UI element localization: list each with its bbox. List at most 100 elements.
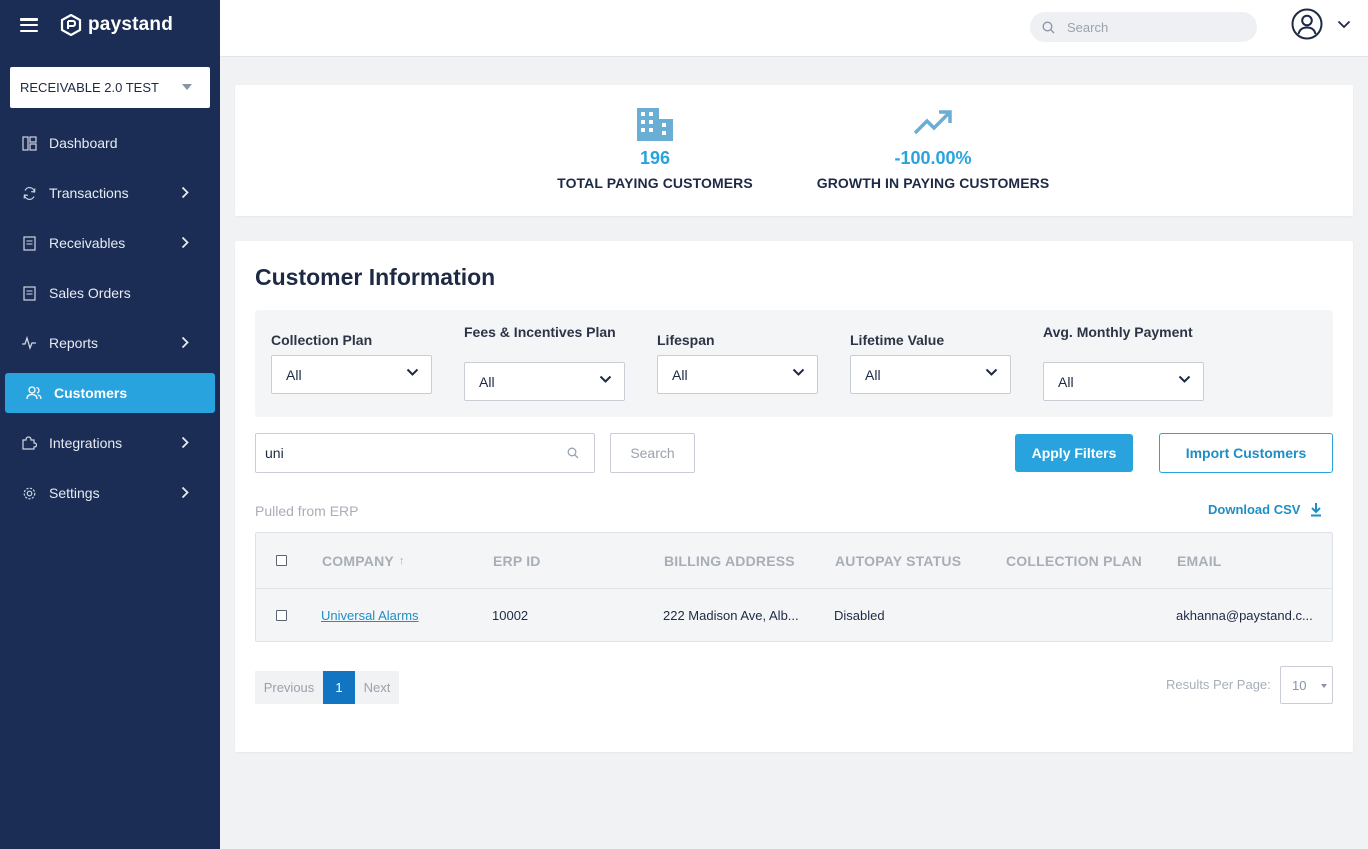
chevron-down-icon [1337,20,1351,28]
caret-down-icon [1321,684,1327,688]
results-per-page-label: Results Per Page: [1166,677,1271,692]
customer-search-field[interactable] [255,433,595,473]
avg-monthly-payment-select[interactable]: All [1043,362,1204,401]
page-1-button[interactable]: 1 [323,671,355,704]
sidebar-item-settings[interactable]: Settings [5,473,215,513]
sidebar-item-transactions[interactable]: Transactions [5,173,215,213]
pulse-icon [21,335,37,351]
column-header-collection-plan[interactable]: COLLECTION PLAN [1006,533,1142,588]
lifetime-value-select[interactable]: All [850,355,1011,394]
sidebar: paystand RECEIVABLE 2.0 TEST Dashboard T… [0,0,220,849]
results-per-page-value: 10 [1292,677,1307,693]
column-label: COMPANY [322,552,394,569]
caret-down-icon [182,84,192,90]
filter-lifetime-value: Lifetime Value All [850,325,1011,394]
chevron-right-icon [181,336,189,349]
table-header: COMPANY ↑ ERP ID BILLING ADDRESS AUTOPAY… [256,533,1332,589]
sidebar-item-receivables[interactable]: Receivables [5,223,215,263]
chevron-down-icon [1178,375,1191,383]
fees-incentives-plan-select[interactable]: All [464,362,625,401]
source-note: Pulled from ERP [255,503,359,519]
column-header-erp-id[interactable]: ERP ID [493,533,541,588]
lifespan-select[interactable]: All [657,355,818,394]
sidebar-item-label: Settings [49,485,100,501]
sidebar-item-label: Dashboard [49,135,118,151]
puzzle-icon [21,435,37,451]
next-page-button[interactable]: Next [355,671,399,704]
select-value: All [865,366,881,383]
chevron-down-icon [406,368,419,376]
sidebar-item-integrations[interactable]: Integrations [5,423,215,463]
search-icon [567,447,579,459]
account-selector-value: RECEIVABLE 2.0 TEST [20,80,159,95]
global-search[interactable] [1030,12,1257,42]
sidebar-item-reports[interactable]: Reports [5,323,215,363]
filter-label: Collection Plan [271,332,373,348]
column-header-billing-address[interactable]: BILLING ADDRESS [664,533,795,588]
account-selector[interactable]: RECEIVABLE 2.0 TEST [10,67,210,108]
users-icon [26,385,42,401]
user-menu[interactable] [1291,8,1351,40]
search-button[interactable]: Search [610,433,695,473]
stats-card: 196 TOTAL PAYING CUSTOMERS -100.00% GROW… [235,85,1353,216]
customer-search-input[interactable] [265,445,555,461]
filter-label: Avg. Monthly Payment [1043,324,1193,340]
sidebar-item-label: Transactions [49,185,129,201]
brand-row: paystand [0,0,220,50]
previous-page-button[interactable]: Previous [255,671,323,704]
user-avatar-icon [1291,8,1323,40]
growth-value: -100.00% [894,148,972,168]
document-icon [21,235,37,251]
download-csv-label: Download CSV [1208,502,1301,517]
hamburger-menu-icon[interactable] [20,18,38,32]
select-value: All [286,366,302,383]
filter-label: Lifespan [657,332,715,348]
gear-icon [21,485,37,501]
download-csv-link[interactable]: Download CSV [1208,502,1322,517]
select-value: All [1058,373,1074,390]
column-header-autopay-status[interactable]: AUTOPAY STATUS [835,533,961,588]
row-select-cell [276,589,287,641]
row-checkbox[interactable] [276,609,287,621]
autopay-status-cell: Disabled [834,607,885,623]
refresh-icon [21,185,37,201]
erp-id-cell: 10002 [492,607,529,623]
sidebar-item-sales-orders[interactable]: Sales Orders [5,273,215,313]
select-value: All [672,366,688,383]
email-cell: akhanna@paystand.c... [1176,607,1313,623]
filters-panel: Collection Plan All Fees & Incentives Pl… [255,310,1333,417]
customer-information-card: Customer Information Collection Plan All… [235,241,1353,752]
stat-growth-paying-customers: -100.00% GROWTH IN PAYING CUSTOMERS [810,107,1056,191]
results-per-page-select[interactable]: 10 [1280,666,1333,704]
sidebar-nav: Dashboard Transactions Receivables Sales… [0,118,220,523]
apply-filters-button[interactable]: Apply Filters [1015,434,1133,472]
total-customers-value: 196 [639,148,671,168]
paystand-logo-icon [60,14,82,36]
filter-lifespan: Lifespan All [657,325,818,394]
sidebar-item-label: Reports [49,335,99,351]
chevron-right-icon [181,486,189,499]
global-search-input[interactable] [1067,19,1237,35]
search-icon [1042,21,1055,33]
select-all-checkbox[interactable] [276,555,287,566]
sidebar-item-label: Integrations [49,435,123,451]
import-customers-button[interactable]: Import Customers [1159,433,1333,473]
chevron-down-icon [792,368,805,376]
building-icon [637,108,673,141]
sidebar-item-customers[interactable]: Customers [5,373,215,413]
total-customers-label: TOTAL PAYING CUSTOMERS [557,175,753,191]
paystand-logo[interactable]: paystand [60,14,173,36]
sidebar-item-label: Customers [54,385,128,401]
column-header-email[interactable]: EMAIL [1177,533,1222,588]
collection-plan-select[interactable]: All [271,355,432,394]
chevron-right-icon [181,236,189,249]
sidebar-item-dashboard[interactable]: Dashboard [5,123,215,163]
chevron-right-icon [181,436,189,449]
chevron-down-icon [599,375,612,383]
column-header-company[interactable]: COMPANY ↑ [322,533,405,588]
page-title: Customer Information [255,264,496,290]
sidebar-item-label: Sales Orders [49,285,131,301]
filter-collection-plan: Collection Plan All [271,325,432,394]
select-value: All [479,373,495,390]
company-link[interactable]: Universal Alarms [321,608,419,623]
